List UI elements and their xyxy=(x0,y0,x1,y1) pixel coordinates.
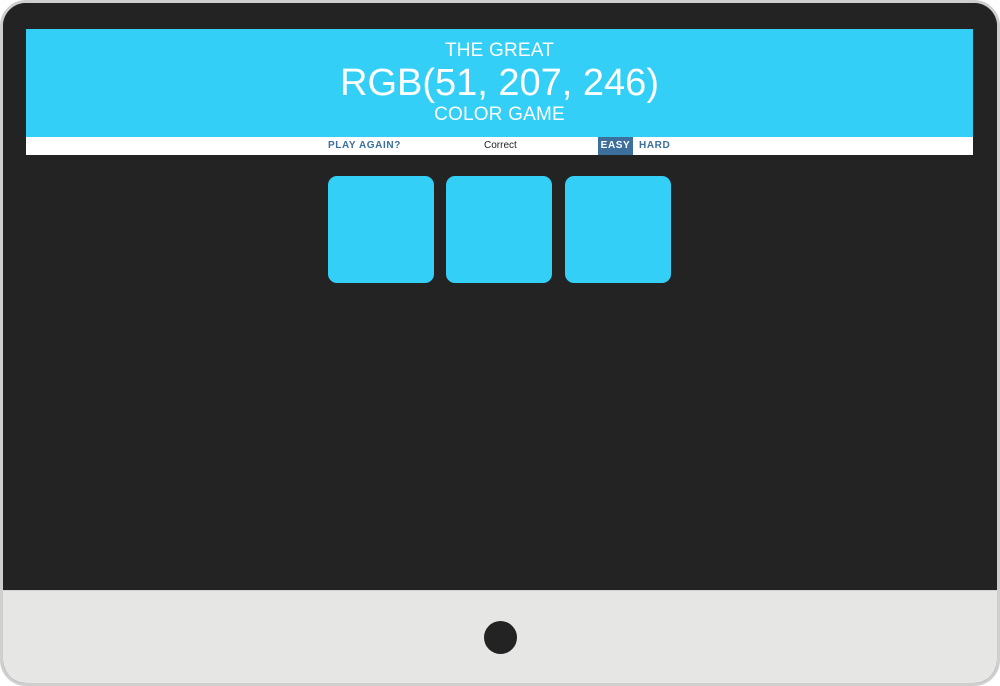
hard-mode-button[interactable]: HARD xyxy=(639,137,670,155)
title-bottom: COLOR GAME xyxy=(434,104,565,125)
color-square-2[interactable] xyxy=(446,176,552,283)
controls-bar: PLAY AGAIN? Correct EASY HARD xyxy=(26,137,973,155)
game-screen: THE GREAT RGB(51, 207, 246) COLOR GAME P… xyxy=(26,29,973,570)
color-square-3[interactable] xyxy=(565,176,671,283)
monitor-button-icon xyxy=(484,621,517,654)
title-top: THE GREAT xyxy=(444,40,555,61)
rgb-color-display: RGB(51, 207, 246) xyxy=(340,62,659,104)
game-header: THE GREAT RGB(51, 207, 246) COLOR GAME xyxy=(26,29,973,137)
status-message: Correct xyxy=(484,140,517,151)
monitor-frame: THE GREAT RGB(51, 207, 246) COLOR GAME P… xyxy=(0,0,1000,686)
monitor-chin xyxy=(3,590,997,683)
color-squares-container xyxy=(26,155,973,570)
easy-mode-button[interactable]: EASY xyxy=(598,137,633,155)
color-square-1[interactable] xyxy=(328,176,434,283)
play-again-button[interactable]: PLAY AGAIN? xyxy=(328,137,401,155)
